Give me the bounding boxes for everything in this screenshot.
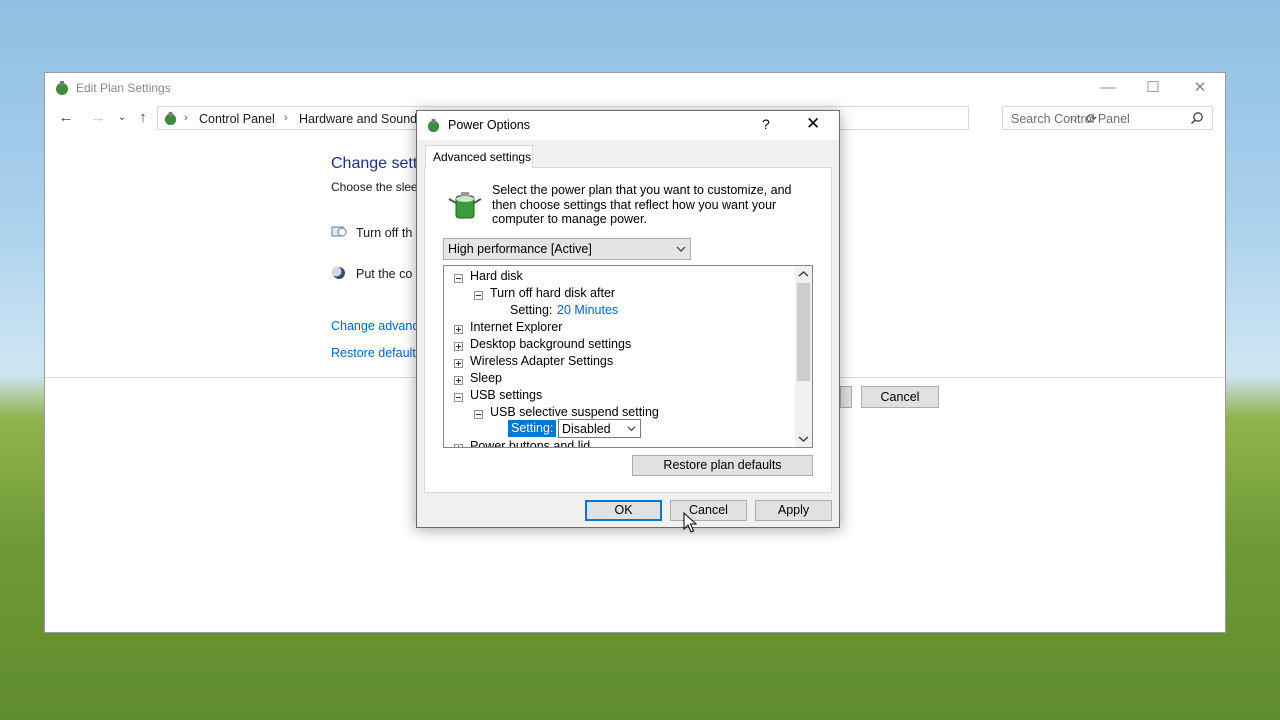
tree-item-turn-off-hard-disk[interactable]: Turn off hard disk after xyxy=(490,286,615,300)
tree-item-wireless-adapter[interactable]: Wireless Adapter Settings xyxy=(470,354,613,368)
display-clock-icon xyxy=(331,226,347,237)
page-subheading: Choose the slee xyxy=(331,180,418,194)
apply-button[interactable]: Apply xyxy=(755,500,832,521)
breadcrumb-separator: › xyxy=(184,112,188,124)
recent-chevron-icon[interactable]: ⌄ xyxy=(113,109,131,127)
search-input[interactable]: Search Control Panel xyxy=(1002,106,1213,130)
breadcrumb-control-panel[interactable]: Control Panel xyxy=(199,112,275,126)
forward-arrow-icon[interactable]: → xyxy=(89,109,107,127)
mouse-cursor-icon xyxy=(683,512,697,533)
tree-scrollbar[interactable] xyxy=(795,266,812,447)
expand-toggle-icon[interactable] xyxy=(454,342,463,351)
intro-text: Select the power plan that you want to c… xyxy=(492,183,792,226)
restore-default-settings-link[interactable]: Restore default xyxy=(331,346,416,360)
usb-suspend-value: Disabled xyxy=(562,422,611,436)
tree-item-sleep[interactable]: Sleep xyxy=(470,371,502,385)
expand-toggle-icon[interactable] xyxy=(454,376,463,385)
scroll-up-icon[interactable] xyxy=(795,266,812,283)
usb-suspend-select[interactable]: Disabled xyxy=(558,419,641,438)
tree-item-hard-disk[interactable]: Hard disk xyxy=(470,269,523,283)
tree-item-usb-settings[interactable]: USB settings xyxy=(470,388,542,402)
scroll-down-icon[interactable] xyxy=(795,430,812,447)
help-button[interactable]: ? xyxy=(762,116,770,132)
close-button[interactable]: ✕ xyxy=(1177,77,1223,99)
collapse-toggle-icon[interactable] xyxy=(454,274,463,283)
collapse-toggle-icon[interactable] xyxy=(454,393,463,402)
power-options-icon xyxy=(56,81,68,95)
power-plan-value: High performance [Active] xyxy=(448,242,592,256)
collapse-toggle-icon[interactable] xyxy=(474,410,483,419)
expand-toggle-icon[interactable] xyxy=(454,444,463,447)
advanced-settings-panel: Select the power plan that you want to c… xyxy=(424,167,832,493)
scroll-thumb[interactable] xyxy=(797,283,810,381)
minimize-button[interactable]: — xyxy=(1085,77,1131,99)
tree-item-power-buttons[interactable]: Power buttons and lid xyxy=(470,439,590,447)
window-titlebar: Edit Plan Settings — ☐ ✕ xyxy=(45,73,1225,103)
expand-toggle-icon[interactable] xyxy=(454,325,463,334)
turn-off-display-row: Turn off th xyxy=(331,224,412,240)
tree-item-usb-selective-suspend[interactable]: USB selective suspend setting xyxy=(490,405,659,419)
tree-item-desktop-background[interactable]: Desktop background settings xyxy=(470,337,631,351)
breadcrumb-separator: › xyxy=(284,112,288,124)
power-plan-select[interactable]: High performance [Active] xyxy=(443,238,691,260)
dialog-title: Power Options xyxy=(448,118,530,132)
power-options-icon xyxy=(427,118,440,133)
cancel-button[interactable]: Cancel xyxy=(861,386,939,408)
control-panel-icon xyxy=(164,111,177,126)
settings-tree[interactable]: Hard disk Turn off hard disk after Setti… xyxy=(443,265,813,448)
save-changes-button[interactable] xyxy=(840,386,852,408)
up-arrow-icon[interactable]: ↑ xyxy=(134,109,152,127)
ok-button[interactable]: OK xyxy=(585,500,662,521)
setting-label: Setting: xyxy=(510,303,553,317)
expand-toggle-icon[interactable] xyxy=(454,359,463,368)
turn-off-display-label: Turn off th xyxy=(356,226,413,240)
collapse-toggle-icon[interactable] xyxy=(474,291,483,300)
sleep-label: Put the co xyxy=(356,267,413,281)
dialog-close-button[interactable]: ✕ xyxy=(806,114,820,134)
search-placeholder: Search Control Panel xyxy=(1011,112,1130,126)
power-options-dialog: Power Options ? ✕ Advanced settings Sele… xyxy=(416,110,840,528)
change-advanced-settings-link[interactable]: Change advanc xyxy=(331,319,419,333)
tree-item-internet-explorer[interactable]: Internet Explorer xyxy=(470,320,562,334)
search-icon[interactable] xyxy=(1190,111,1204,125)
cancel-dialog-button[interactable]: Cancel xyxy=(670,500,747,521)
breadcrumb-hardware-and-sound[interactable]: Hardware and Sound xyxy=(299,112,417,126)
page-heading: Change sett xyxy=(331,155,418,172)
hard-disk-setting-value[interactable]: 20 Minutes xyxy=(557,303,618,317)
window-title: Edit Plan Settings xyxy=(76,81,171,95)
usb-setting-label: Setting: xyxy=(508,420,557,437)
chevron-down-icon xyxy=(627,426,636,432)
sleep-row: Put the co xyxy=(331,265,412,281)
maximize-button[interactable]: ☐ xyxy=(1130,77,1176,99)
restore-plan-defaults-button[interactable]: Restore plan defaults xyxy=(632,455,813,476)
battery-plug-icon xyxy=(448,192,482,219)
back-arrow-icon[interactable]: ← xyxy=(57,109,75,127)
chevron-down-icon xyxy=(676,246,686,252)
dialog-titlebar: Power Options ? ✕ xyxy=(417,111,839,140)
tab-advanced-settings[interactable]: Advanced settings xyxy=(425,145,533,168)
moon-icon xyxy=(331,266,345,279)
tab-label: Advanced settings xyxy=(433,150,532,164)
